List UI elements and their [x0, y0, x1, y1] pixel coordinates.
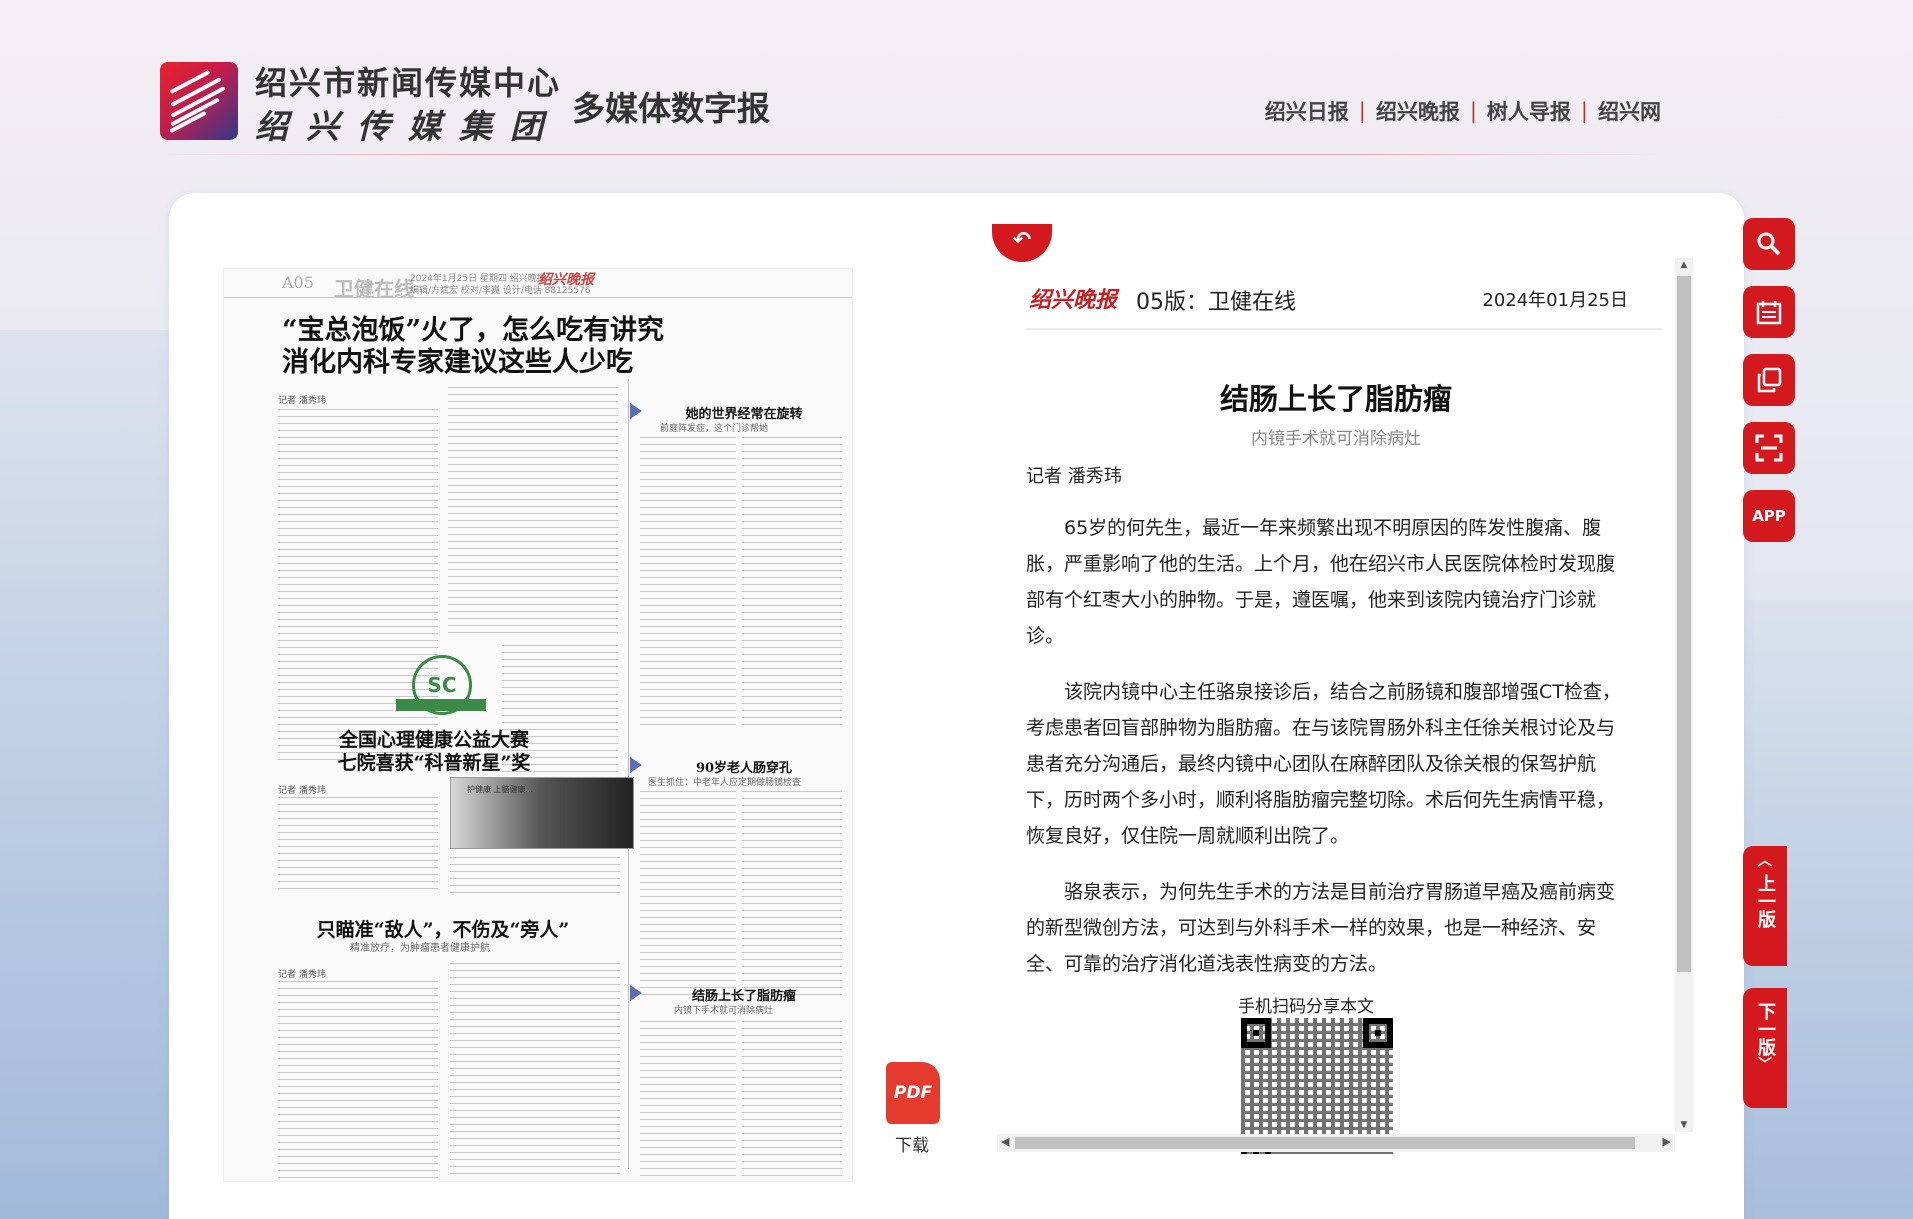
article-title: 结肠上长了脂肪瘤	[1219, 382, 1452, 416]
top-nav: 绍兴日报 | 绍兴晚报 | 树人导报 | 绍兴网	[1265, 96, 1661, 126]
paper-text-column	[742, 1021, 842, 1179]
paper-right1-title[interactable]: 她的世界经常在旋转	[644, 403, 844, 422]
paper-text-column	[450, 963, 620, 1179]
paper-edition: A05	[282, 273, 314, 292]
copy-button[interactable]	[1743, 354, 1795, 406]
paper-right2-subtitle: 医生抓住：中老年人应定期做肠镜检查	[648, 778, 802, 788]
site-subtitle: 多媒体数字报	[572, 89, 770, 128]
paper-byline: 记者 潘秀玮	[278, 786, 326, 796]
app-download-button[interactable]: APP	[1743, 490, 1795, 542]
paper-masthead: A05 卫健在线 2024年1月25日 星期四 绍兴晚报 编辑/方斌宏 校对/李…	[224, 269, 852, 301]
back-arrow-icon: ↶	[1012, 228, 1032, 253]
chevron-down-icon: ﹀	[1758, 1057, 1772, 1073]
calendar-icon	[1756, 301, 1782, 325]
search-button[interactable]	[1743, 218, 1795, 270]
article-horizontal-scrollbar[interactable]: ◀ ▶	[997, 1134, 1675, 1152]
previous-page-button[interactable]: ︿ 上一版	[1743, 846, 1787, 966]
nav-separator: |	[1469, 99, 1477, 123]
chevron-up-icon: ︿	[1758, 853, 1772, 869]
paper-text-column	[278, 797, 438, 891]
article-panel: 绍兴晚报 05版：卫健在线 2024年01月25日 结肠上长了脂肪瘤 内镜手术就…	[1006, 258, 1686, 1154]
paper-section: 卫健在线	[334, 277, 414, 301]
paper-story-marker	[630, 757, 642, 773]
paper-text-column	[742, 791, 842, 1001]
article-paragraph: 该院内镜中心主任骆泉接诊后，结合之前肠镜和腹部增强CT检查，考虑患者回盲部肿物为…	[1026, 681, 1621, 847]
paper-story-marker	[630, 985, 642, 1001]
paper-text-column	[640, 791, 736, 1001]
paper-text-column	[640, 1021, 736, 1179]
article-page-label: 05版：卫健在线	[1136, 290, 1296, 315]
paper-brand: 绍兴晚报	[538, 272, 594, 288]
paper-text-column	[640, 437, 736, 727]
paper-story3-subtitle: 精准放疗，为肿瘤患者健康护航	[350, 943, 490, 954]
article-subtitle: 内镜手术就可消除病灶	[1251, 429, 1421, 449]
paper-text-column	[278, 409, 438, 765]
newspaper-page-image[interactable]: A05 卫健在线 2024年1月25日 星期四 绍兴晚报 编辑/方斌宏 校对/李…	[223, 268, 853, 1182]
paper-text-column	[450, 857, 620, 893]
nav-separator: |	[1358, 99, 1366, 123]
next-page-button[interactable]: 下一版 ﹀	[1743, 988, 1787, 1108]
paper-right1-subtitle: 前庭阵发症，这个门诊帮她	[660, 424, 769, 434]
article-paragraph: 骆泉表示，为何先生手术的方法是目前治疗胃肠道早癌及癌前病变的新型微创方法，可达到…	[1026, 881, 1616, 975]
paper-text-column	[742, 437, 842, 727]
nav-separator: |	[1580, 99, 1588, 123]
search-icon	[1757, 232, 1781, 256]
pdf-download-label[interactable]: 下载	[895, 1131, 929, 1156]
calendar-button[interactable]	[1743, 286, 1795, 338]
org-name-line2: 绍兴传媒集团	[255, 107, 561, 146]
article-date: 2024年01月25日	[1482, 290, 1628, 311]
paper-story3-title[interactable]: 只瞄准“敌人”，不伤及“旁人”	[278, 915, 608, 942]
scan-button[interactable]	[1743, 422, 1795, 474]
paper-right2-title[interactable]: 90岁老人肠穿孔	[644, 757, 844, 776]
scroll-up-arrow-icon[interactable]: ▲	[1675, 260, 1693, 270]
paper-story2-title[interactable]: 全国心理健康公益大赛 七院喜获“科普新星”奖	[284, 729, 584, 775]
nav-shuren-guide[interactable]: 树人导报	[1487, 96, 1571, 126]
scrollbar-thumb[interactable]	[1677, 276, 1691, 972]
paper-story-marker	[630, 403, 642, 419]
article-paragraph: 65岁的何先生，最近一年来频繁出现不明原因的阵发性腹痛、腹胀，严重影响了他的生活…	[1026, 517, 1616, 647]
nav-shaoxing-net[interactable]: 绍兴网	[1598, 96, 1661, 126]
article-header-divider	[1026, 328, 1662, 330]
scroll-down-arrow-icon[interactable]: ▼	[1675, 1120, 1693, 1130]
site-header: 绍兴市新闻传媒中心 绍兴传媒集团 多媒体数字报 绍兴日报 | 绍兴晚报 | 树人…	[0, 0, 1913, 155]
scrollbar-thumb[interactable]	[1015, 1137, 1635, 1149]
nav-shaoxing-evening[interactable]: 绍兴晚报	[1376, 96, 1460, 126]
article-vertical-scrollbar[interactable]: ▲ ▼	[1675, 258, 1693, 1132]
org-name-line1: 绍兴市新闻传媒中心	[255, 64, 562, 102]
paper-main-headline[interactable]: “宝总泡饭”火了，怎么吃有讲究 消化内科专家建议这些人少吃	[282, 315, 664, 379]
paper-story2-photo: 护健康 上脑健康...	[450, 777, 634, 849]
article-author: 记者 潘秀玮	[1026, 466, 1122, 487]
paper-byline: 记者 潘秀玮	[278, 396, 326, 406]
paper-health-logo-tag	[396, 699, 486, 711]
paper-right3-subtitle: 内镜下手术就可消除病灶	[674, 1006, 774, 1016]
paper-text-column	[448, 387, 618, 637]
copy-icon	[1757, 367, 1782, 393]
paper-text-column	[278, 981, 438, 1179]
nav-shaoxing-daily[interactable]: 绍兴日报	[1265, 96, 1349, 126]
header-divider	[160, 154, 1660, 155]
media-center-logo[interactable]	[160, 62, 238, 140]
scan-icon	[1755, 434, 1783, 462]
qr-share-label: 手机扫码分享本文	[1238, 997, 1374, 1017]
paper-right3-title[interactable]: 结肠上长了脂肪瘤	[644, 985, 844, 1004]
pdf-download-button[interactable]: PDF	[886, 1062, 940, 1124]
article-paper-brand: 绍兴晚报	[1029, 287, 1118, 313]
scroll-right-arrow-icon[interactable]: ▶	[1663, 1135, 1671, 1148]
scroll-left-arrow-icon[interactable]: ◀	[1001, 1135, 1009, 1148]
previous-page-label: 上一版	[1755, 874, 1776, 928]
column-divider	[628, 379, 629, 1169]
article-body: 65岁的何先生，最近一年来频繁出现不明原因的阵发性腹痛、腹胀，严重影响了他的生活…	[1026, 510, 1626, 1002]
paper-byline: 记者 潘秀玮	[278, 970, 326, 980]
next-page-label: 下一版	[1755, 1002, 1776, 1056]
